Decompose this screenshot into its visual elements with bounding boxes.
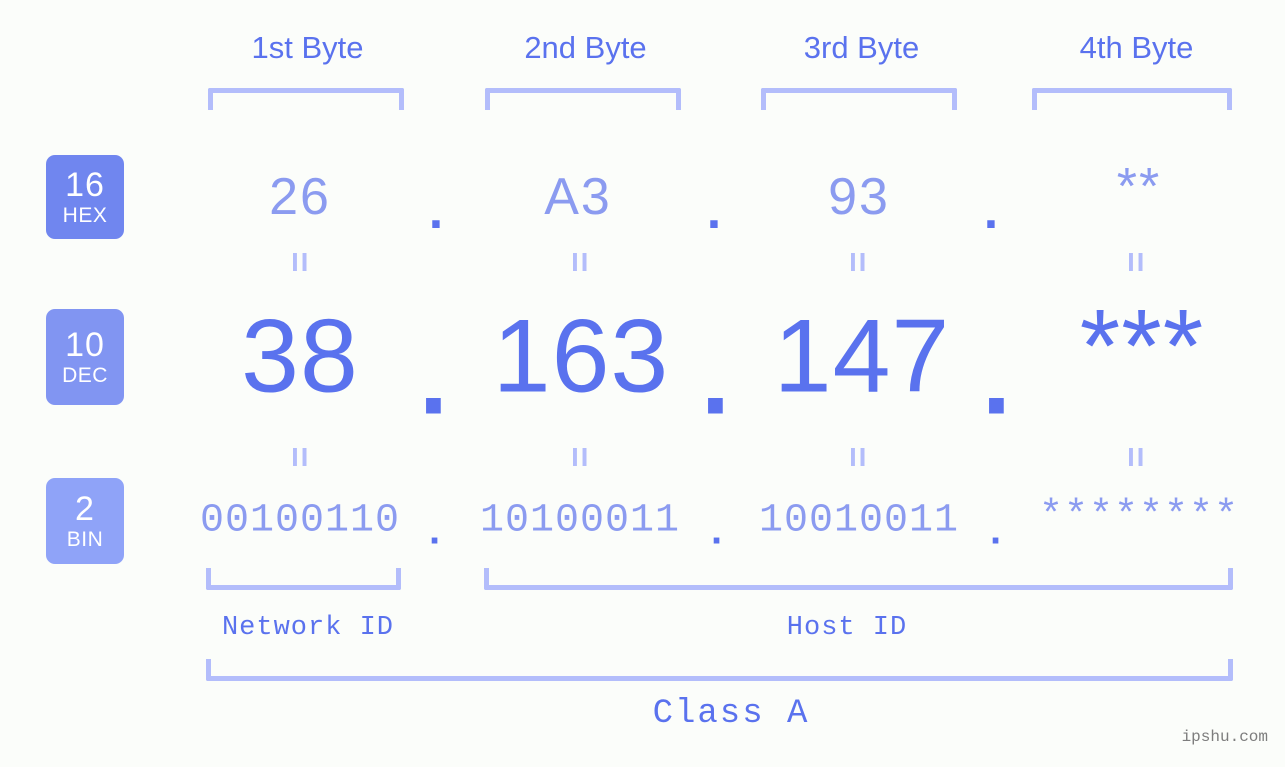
bin-separator-3: . <box>989 508 1003 553</box>
byte-header-label-1: 1st Byte <box>251 30 364 65</box>
dec-separator-1: . <box>419 320 449 437</box>
byte-bracket-1 <box>208 88 404 110</box>
bin-byte-1: 00100110 <box>199 498 401 544</box>
class-bracket <box>206 659 1233 681</box>
bin-base-badge: 2 BIN <box>46 478 124 564</box>
bin-byte-2: 10100011 <box>479 498 681 544</box>
bin-base-number: 2 <box>75 490 95 528</box>
hex-separator-2: . <box>706 182 724 240</box>
byte-header-label-3: 3rd Byte <box>803 30 920 65</box>
hex-base-abbr: HEX <box>62 204 108 227</box>
host-id-bracket <box>484 568 1233 590</box>
hex-byte-3: 93 <box>828 168 890 226</box>
network-id-label: Network ID <box>221 613 395 643</box>
equals-icon: = <box>560 446 601 468</box>
equals-icon: = <box>1116 446 1157 468</box>
bin-byte-4: ******** <box>1038 494 1240 540</box>
equals-icon: = <box>280 251 321 273</box>
dec-base-number: 10 <box>65 326 105 364</box>
ip-address-breakdown-diagram: 1st Byte 2nd Byte 3rd Byte 4th Byte 16 H… <box>0 0 1285 767</box>
bin-base-abbr: BIN <box>66 528 104 551</box>
bin-separator-1: . <box>428 508 442 553</box>
hex-separator-1: . <box>428 182 446 240</box>
byte-header-label-2: 2nd Byte <box>524 30 647 65</box>
hex-byte-2: A3 <box>544 168 612 226</box>
dec-base-abbr: DEC <box>62 364 108 387</box>
hex-byte-4: ** <box>1116 158 1162 216</box>
dec-byte-2: 163 <box>492 298 670 415</box>
byte-bracket-3 <box>761 88 957 110</box>
equals-icon: = <box>560 251 601 273</box>
hex-separator-3: . <box>983 182 1001 240</box>
equals-icon: = <box>280 446 321 468</box>
class-label: Class A <box>652 695 810 733</box>
dec-byte-3: 147 <box>773 298 951 415</box>
watermark: ipshu.com <box>1181 728 1268 746</box>
dec-base-badge: 10 DEC <box>46 309 124 405</box>
dec-separator-3: . <box>982 320 1012 437</box>
dec-byte-1: 38 <box>241 298 359 415</box>
bin-byte-3: 10010011 <box>758 498 960 544</box>
byte-bracket-4 <box>1032 88 1232 110</box>
hex-base-number: 16 <box>65 166 105 204</box>
equals-icon: = <box>838 251 879 273</box>
byte-header-label-4: 4th Byte <box>1079 30 1194 65</box>
host-id-label: Host ID <box>786 613 908 643</box>
hex-base-badge: 16 HEX <box>46 155 124 239</box>
network-id-bracket <box>206 568 401 590</box>
hex-byte-1: 26 <box>269 168 331 226</box>
dec-separator-2: . <box>701 320 731 437</box>
dec-byte-4: *** <box>1079 288 1205 405</box>
equals-icon: = <box>1116 251 1157 273</box>
byte-bracket-2 <box>485 88 681 110</box>
bin-separator-2: . <box>710 508 724 553</box>
equals-icon: = <box>838 446 879 468</box>
